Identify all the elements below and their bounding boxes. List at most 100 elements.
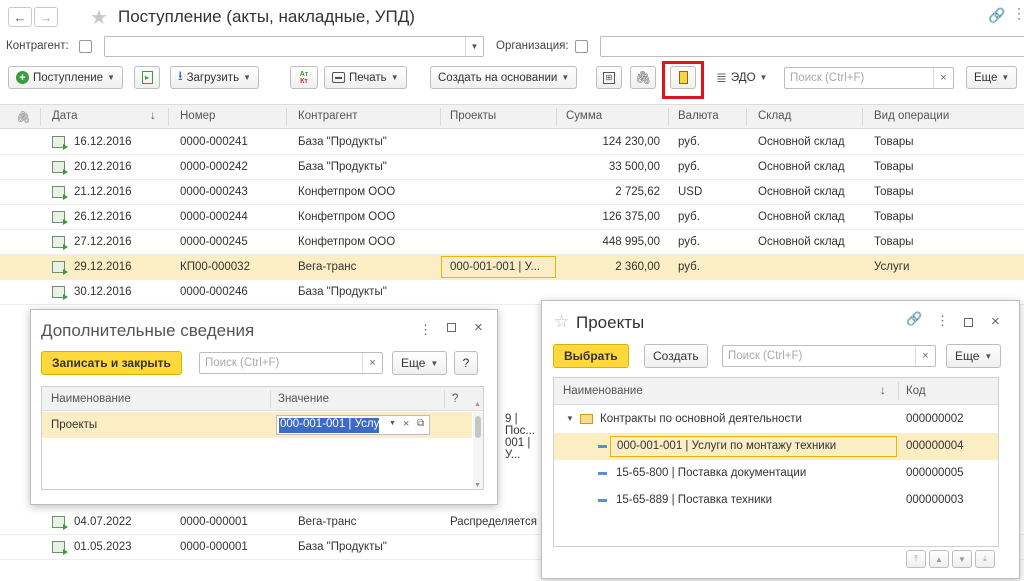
more-vertical-icon[interactable]: ⋮	[936, 313, 949, 329]
dialog-more-button[interactable]: Еще ▼	[946, 344, 1002, 368]
create-receipt-button[interactable]: + Поступление ▼	[8, 66, 123, 89]
dialog-title: Проекты	[576, 313, 645, 332]
favorite-star-icon[interactable]: ★	[90, 5, 108, 30]
column-header-number[interactable]: Номер	[180, 110, 215, 122]
favorite-star-icon[interactable]: ☆	[554, 312, 569, 332]
cell-date: 01.05.2023	[74, 541, 132, 553]
kontragent-checkbox[interactable]	[79, 40, 92, 53]
clear-search-icon[interactable]: ×	[933, 68, 953, 88]
additional-info-button[interactable]	[670, 66, 696, 89]
cell-counterparty: База "Продукты"	[298, 286, 387, 298]
forward-button[interactable]: →	[34, 7, 58, 27]
link-icon[interactable]: 🔗	[906, 311, 922, 327]
more-vertical-icon[interactable]: ⋮	[1012, 5, 1024, 22]
more-vertical-icon[interactable]: ⋮	[419, 322, 432, 338]
create-button[interactable]: Создать	[644, 344, 708, 368]
document-list-icon	[678, 71, 688, 84]
print-button[interactable]: ▬ Печать ▼	[324, 66, 407, 89]
save-and-close-button[interactable]: Записать и закрыть	[41, 351, 182, 375]
maximize-icon[interactable]	[964, 318, 973, 327]
close-icon[interactable]: ×	[474, 319, 483, 336]
column-header-currency[interactable]: Валюта	[678, 110, 719, 122]
open-icon[interactable]: ⧉	[417, 418, 424, 429]
clear-search-icon[interactable]: ×	[362, 353, 382, 373]
more-button[interactable]: Еще ▼	[966, 66, 1018, 89]
project-row[interactable]: 15-65-800 | Поставка документации 0000000…	[554, 460, 998, 487]
column-header-sum[interactable]: Сумма	[566, 110, 602, 122]
first-page-icon[interactable]: ⤒	[906, 550, 926, 568]
organization-input[interactable]	[600, 36, 1024, 57]
dialog-more-button[interactable]: Еще ▼	[392, 351, 448, 375]
cell-number: 0000-000246	[180, 286, 248, 298]
load-button[interactable]: ⭳ Загрузить ▼	[170, 66, 259, 89]
column-header-operation[interactable]: Вид операции	[874, 110, 949, 122]
cell-warehouse: Основной склад	[758, 186, 845, 198]
close-icon[interactable]: ×	[991, 313, 1000, 330]
edo-label: ЭДО	[730, 71, 756, 84]
help-button[interactable]: ?	[454, 351, 478, 375]
column-header-code[interactable]: Код	[906, 385, 926, 397]
clear-icon[interactable]: ×	[403, 418, 409, 430]
table-row[interactable]: 26.12.2016 0000-000244 Конфетпром ООО 126 3…	[0, 205, 1024, 230]
scroll-up-icon[interactable]: ▲	[474, 401, 481, 408]
scroll-down-icon[interactable]: ▼	[474, 482, 481, 489]
print-label: Печать	[349, 71, 387, 84]
copy-button[interactable]: ▸	[134, 66, 160, 89]
dialog-search-input[interactable]: Поиск (Ctrl+F) ×	[199, 352, 383, 374]
cell-sum: 2 360,00	[615, 261, 660, 273]
column-header-projects[interactable]: Проекты	[450, 110, 496, 122]
dropdown-icon[interactable]: ▼	[465, 37, 483, 56]
select-button[interactable]: Выбрать	[553, 344, 629, 368]
project-row[interactable]: 000-001-001 | Услуги по монтажу техники 0…	[554, 433, 998, 460]
sort-desc-icon: ↓	[150, 110, 156, 122]
table-row[interactable]: 27.12.2016 0000-000245 Конфетпром ООО 448 9…	[0, 230, 1024, 255]
cell-operation: Товары	[874, 186, 914, 198]
property-row[interactable]: Проекты 000-001-001 | Услу ▼ × ⧉	[42, 412, 472, 438]
edo-icon: ≣	[716, 69, 727, 85]
column-header-date[interactable]: Дата	[52, 110, 77, 122]
project-row[interactable]: 15-65-889 | Поставка техники 000000003	[554, 487, 998, 514]
cell-sum: 448 995,00	[602, 236, 660, 248]
structure-button[interactable]: ⊞	[596, 66, 622, 89]
cell-counterparty: База "Продукты"	[298, 136, 387, 148]
create-based-on-label: Создать на основании	[438, 71, 558, 84]
partial-project-cell: 9 | Пос...	[505, 410, 541, 437]
scrollbar[interactable]: ▲ ▼	[473, 401, 483, 489]
dropdown-icon[interactable]: ▼	[389, 420, 396, 427]
table-row[interactable]: 20.12.2016 0000-000242 База "Продукты" 33 5…	[0, 155, 1024, 180]
create-based-on-button[interactable]: Создать на основании ▼	[430, 66, 578, 89]
expand-toggle-icon[interactable]: ▼	[566, 414, 574, 423]
table-row[interactable]: 16.12.2016 0000-000241 База "Продукты" 124 …	[0, 130, 1024, 155]
kontragent-input[interactable]: ▼	[104, 36, 484, 57]
item-icon	[598, 472, 607, 475]
page-title: Поступление (акты, накладные, УПД)	[118, 7, 415, 26]
organization-checkbox[interactable]	[575, 40, 588, 53]
search-input[interactable]: Поиск (Ctrl+F) ×	[784, 67, 954, 89]
property-value-input[interactable]: 000-001-001 | Услу ▼ × ⧉	[276, 415, 430, 435]
table-row[interactable]: 29.12.2016 КП00-000032 Вега-транс 000-001-0…	[0, 255, 1024, 280]
chevron-down-icon: ▼	[759, 73, 768, 82]
column-header-name[interactable]: Наименование	[563, 385, 643, 397]
copy-document-icon: ▸	[141, 71, 153, 84]
folder-row[interactable]: ▼ Контракты по основной деятельности 00000…	[554, 406, 998, 433]
column-header-warehouse[interactable]: Склад	[758, 110, 791, 122]
maximize-icon[interactable]	[447, 323, 456, 332]
clear-search-icon[interactable]: ×	[915, 346, 935, 366]
link-icon[interactable]: 🔗	[988, 7, 1005, 24]
posted-document-icon	[52, 541, 68, 555]
prev-page-icon[interactable]: ▲	[929, 550, 949, 568]
attach-button[interactable]: 🖇	[630, 66, 656, 89]
column-header-counterparty[interactable]: Контрагент	[298, 110, 357, 122]
dt-kt-button[interactable]: Ат Кт	[290, 66, 318, 89]
table-row[interactable]: 21.12.2016 0000-000243 Конфетпром ООО 2 725…	[0, 180, 1024, 205]
next-page-icon[interactable]: ▼	[952, 550, 972, 568]
edo-button[interactable]: ≣ ЭДО ▼	[708, 66, 775, 89]
last-page-icon[interactable]: ⤓	[975, 550, 995, 568]
back-button[interactable]: ←	[8, 7, 32, 27]
cell-number: 0000-000243	[180, 186, 248, 198]
cell-currency: руб.	[678, 211, 700, 223]
posted-document-icon	[52, 211, 68, 225]
posted-document-icon	[52, 261, 68, 275]
project-name: 15-65-800 | Поставка документации	[616, 467, 807, 479]
dialog-search-input[interactable]: Поиск (Ctrl+F) ×	[722, 345, 936, 367]
